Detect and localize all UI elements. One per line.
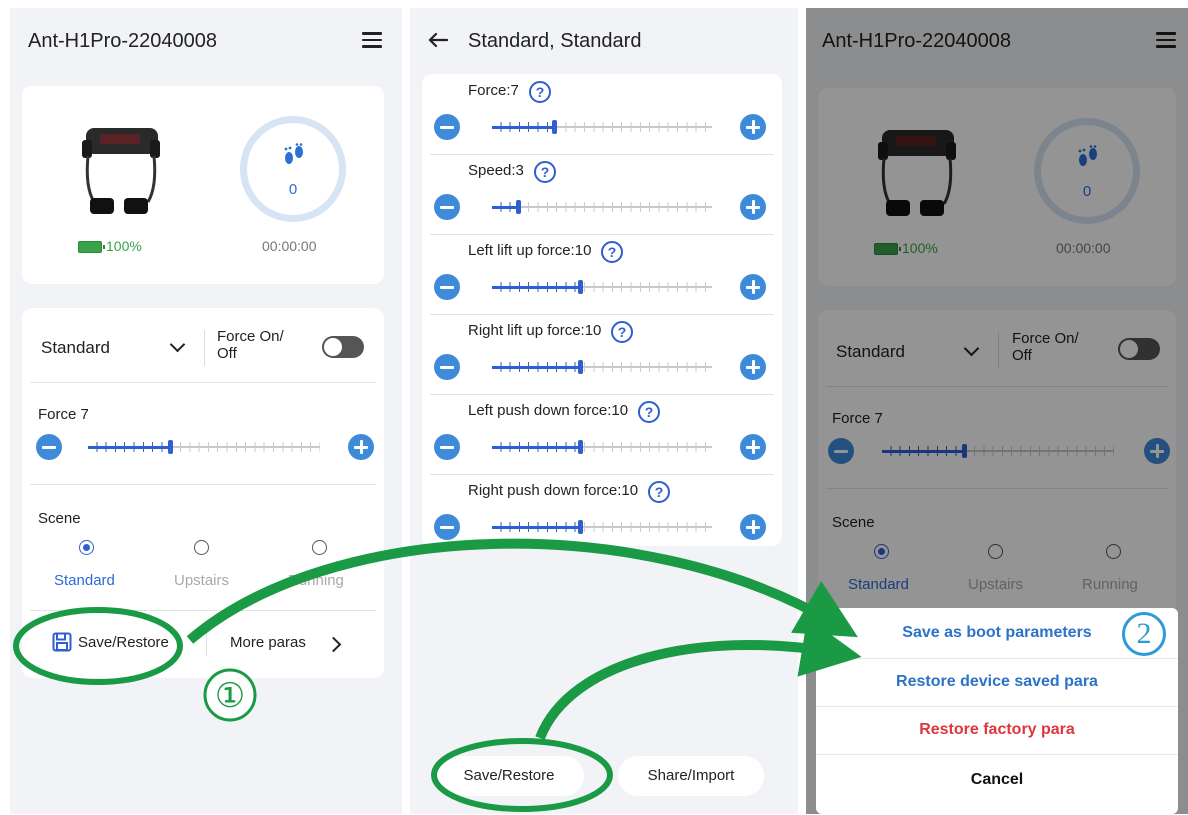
arrow-1-green bbox=[186, 538, 858, 644]
annotation-layer: ① bbox=[13, 538, 862, 812]
step-2-circle: 2 bbox=[1122, 612, 1166, 656]
highlight-ellipse-save-restore bbox=[13, 607, 183, 685]
arrow-2-green bbox=[535, 617, 862, 740]
step-1-number: ① bbox=[215, 678, 245, 715]
highlight-ellipse-save-restore-middle bbox=[431, 738, 613, 812]
